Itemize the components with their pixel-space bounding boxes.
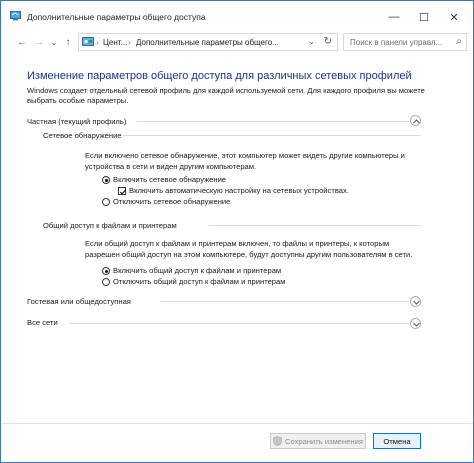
file-sharing-text: Если общий доступ к файлам и принтерам в… <box>85 239 413 259</box>
close-icon: ✕ <box>449 11 459 24</box>
uac-shield-icon <box>273 436 282 446</box>
title-bar: Дополнительные параметры общего доступа … <box>1 1 473 31</box>
chevron-down-icon <box>412 322 420 327</box>
search-input[interactable]: Поиск в панели управл... <box>350 38 442 47</box>
breadcrumb-separator-icon: › <box>96 38 99 47</box>
minimize-button[interactable]: — <box>380 7 408 27</box>
discovery-off-label[interactable]: Отключить сетевое обнаружение <box>113 197 230 206</box>
private-profile-header[interactable]: Частная (текущий профиль) <box>27 117 126 126</box>
address-dropdown-icon[interactable]: ⌄ <box>308 37 315 46</box>
guest-profile-header[interactable]: Гостевая или общедоступная <box>27 297 131 306</box>
main-content: Изменение параметров общего доступа для … <box>1 53 473 423</box>
page-title: Изменение параметров общего доступа для … <box>27 70 412 82</box>
breadcrumb-control-center[interactable]: Цент... <box>103 38 127 47</box>
auto-setup-label[interactable]: Включить автоматическую настройку на сет… <box>129 186 349 195</box>
sharing-off-label[interactable]: Отключить общий доступ к файлам и принте… <box>113 277 285 286</box>
refresh-icon[interactable]: ↻ <box>324 36 332 47</box>
chevron-down-icon: ⌄ <box>50 37 58 47</box>
sharing-on-label[interactable]: Включить общий доступ к файлам и принтер… <box>113 266 281 275</box>
breadcrumb-separator-icon: › <box>128 38 131 47</box>
forward-arrow-icon: → <box>34 36 44 48</box>
maximize-button[interactable]: ☐ <box>410 7 438 27</box>
search-icon: ⌕ <box>456 36 462 47</box>
minimize-icon: — <box>388 11 400 23</box>
chevron-down-icon <box>412 300 420 305</box>
save-changes-label: Сохранить изменения <box>285 436 363 446</box>
back-arrow-icon: ← <box>17 36 27 48</box>
navigation-bar: ← → ⌄ ↑ › Цент... › Дополнительные парам… <box>1 31 473 53</box>
recent-locations-button[interactable]: ⌄ <box>47 35 61 49</box>
close-button[interactable]: ✕ <box>440 7 468 27</box>
breadcrumb-advanced-sharing[interactable]: Дополнительные параметры общего... <box>136 38 279 47</box>
back-button[interactable]: ← <box>15 35 29 49</box>
discovery-off-radio[interactable] <box>102 198 110 206</box>
forward-button[interactable]: → <box>32 35 46 49</box>
chevron-up-icon <box>412 118 420 123</box>
private-profile-divider <box>137 121 409 122</box>
save-changes-button[interactable]: Сохранить изменения <box>270 433 366 449</box>
auto-setup-checkbox[interactable] <box>118 187 127 195</box>
control-panel-window: Дополнительные параметры общего доступа … <box>0 0 474 463</box>
file-sharing-divider <box>209 225 421 226</box>
page-description: Windows создает отдельный сетевой профил… <box>27 86 425 105</box>
sharing-on-radio[interactable] <box>102 267 110 275</box>
network-discovery-divider <box>123 135 421 136</box>
footer-divider <box>1 423 473 424</box>
private-profile-collapse-button[interactable] <box>410 115 421 126</box>
up-button[interactable]: ↑ <box>61 35 75 49</box>
sharing-off-radio[interactable] <box>102 278 110 286</box>
cancel-button[interactable]: Отмена <box>373 433 421 449</box>
checkmark-icon <box>119 189 127 195</box>
search-box[interactable]: Поиск в панели управл... ⌕ <box>343 33 467 51</box>
control-panel-icon <box>82 37 94 46</box>
all-networks-expand-button[interactable] <box>410 318 421 329</box>
address-bar[interactable]: › Цент... › Дополнительные параметры общ… <box>78 33 338 51</box>
network-discovery-title: Сетевое обнаружение <box>43 131 122 140</box>
all-networks-header[interactable]: Все сети <box>27 318 58 327</box>
cancel-label: Отмена <box>383 436 411 446</box>
window-title: Дополнительные параметры общего доступа <box>27 12 206 22</box>
all-networks-divider <box>69 323 409 324</box>
network-discovery-text: Если включено сетевое обнаружение, этот … <box>85 151 405 171</box>
up-arrow-icon: ↑ <box>65 36 71 48</box>
discovery-on-label[interactable]: Включить сетевое обнаружение <box>113 175 226 184</box>
guest-profile-divider <box>161 301 409 302</box>
discovery-on-radio[interactable] <box>102 176 110 184</box>
network-sharing-icon <box>10 11 21 21</box>
maximize-icon: ☐ <box>419 11 429 24</box>
file-sharing-title: Общий доступ к файлам и принтерам <box>43 221 177 230</box>
guest-profile-expand-button[interactable] <box>410 296 421 307</box>
